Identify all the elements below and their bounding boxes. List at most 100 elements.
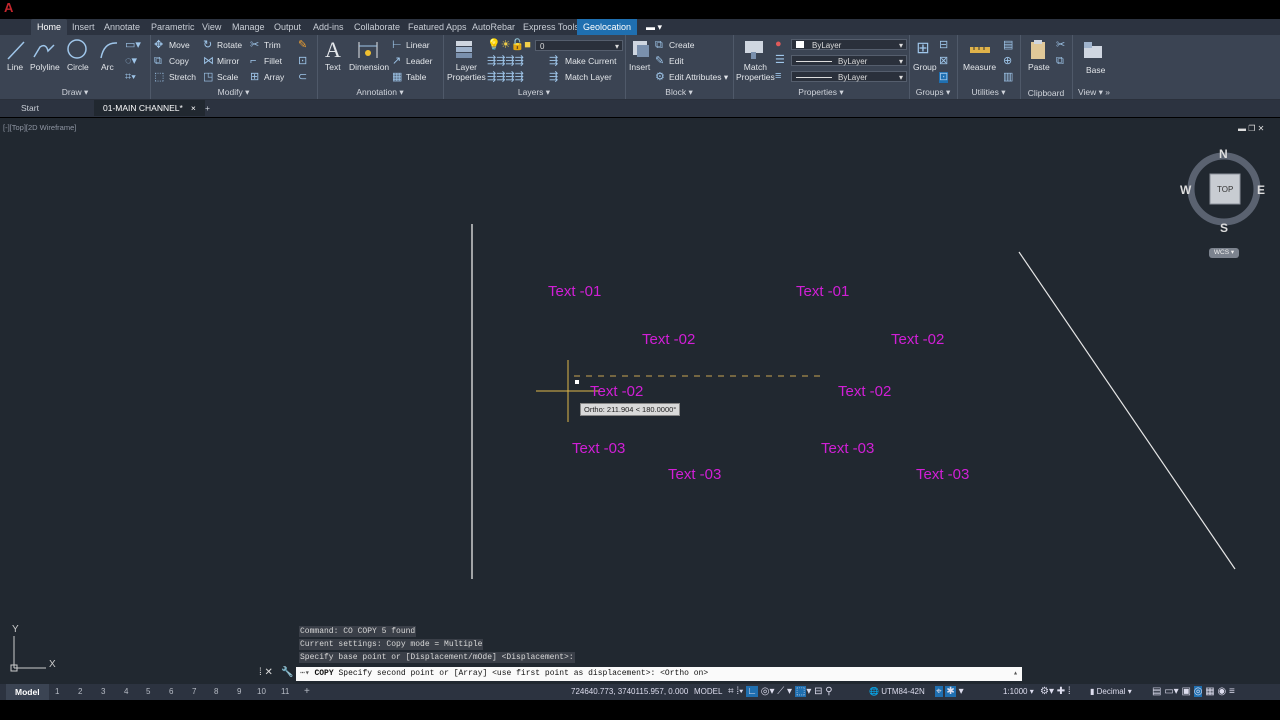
match-properties-button[interactable]: Match Properties bbox=[736, 62, 775, 82]
move-button[interactable]: Move bbox=[169, 40, 190, 50]
array-button[interactable]: Array bbox=[264, 72, 284, 82]
panel-clipboard-title[interactable]: Clipboard bbox=[1020, 88, 1072, 98]
group-edit-icon[interactable]: ⊠ bbox=[939, 56, 948, 67]
paste-button[interactable]: Paste bbox=[1028, 62, 1050, 72]
create-block-button[interactable]: Create bbox=[669, 40, 695, 50]
layout-tab[interactable]: 8 bbox=[214, 684, 218, 700]
measure-button[interactable]: Measure bbox=[963, 62, 996, 72]
compass-west[interactable]: W bbox=[1180, 183, 1191, 197]
panel-layers-title[interactable]: Layers ▾ bbox=[443, 87, 625, 98]
tab-autorebar[interactable]: AutoRebar bbox=[472, 19, 515, 35]
new-tab-icon[interactable]: + bbox=[205, 100, 210, 116]
group-button[interactable]: Group bbox=[913, 62, 937, 72]
layout-tab[interactable]: 2 bbox=[78, 684, 82, 700]
table-button[interactable]: Table bbox=[406, 72, 426, 82]
layout-tab[interactable]: 9 bbox=[237, 684, 241, 700]
layout-tab[interactable]: 3 bbox=[101, 684, 105, 700]
rectangle-icon[interactable]: ▭▾ bbox=[125, 40, 141, 51]
tab-insert[interactable]: Insert bbox=[72, 19, 95, 35]
file-tab-main-channel[interactable]: 01-MAIN CHANNEL* × bbox=[94, 100, 205, 116]
copy-clip-icon[interactable]: ⧉ bbox=[1056, 56, 1064, 67]
annotation-scale[interactable]: 1:1000 ▾ bbox=[1003, 684, 1034, 700]
linear-button[interactable]: Linear bbox=[406, 40, 430, 50]
diagonal-line[interactable] bbox=[1018, 251, 1236, 570]
leader-button[interactable]: Leader bbox=[406, 56, 432, 66]
mtext-item[interactable]: Text -03 bbox=[572, 440, 625, 457]
layout-tab[interactable]: 11 bbox=[281, 684, 289, 700]
ucs-menu-button[interactable]: WCS ▾ bbox=[1209, 248, 1239, 258]
tab-featured-apps[interactable]: Featured Apps bbox=[408, 19, 467, 35]
mtext-item[interactable]: Text -03 bbox=[916, 466, 969, 483]
mtext-item[interactable]: Text -03 bbox=[668, 466, 721, 483]
close-tab-icon[interactable]: × bbox=[191, 103, 196, 113]
panel-modify-title[interactable]: Modify ▾ bbox=[150, 87, 317, 98]
fillet-button[interactable]: Fillet bbox=[264, 56, 282, 66]
command-line[interactable]: ⋯▾ COPY Specify second point or [Array] … bbox=[296, 667, 1022, 681]
explode-icon[interactable]: ⊡ bbox=[298, 56, 307, 67]
mtext-item[interactable]: Text -01 bbox=[796, 283, 849, 300]
layout-tab[interactable]: 1 bbox=[55, 684, 59, 700]
command-close-icon[interactable]: ⁞ ✕ bbox=[259, 667, 273, 678]
panel-view-title[interactable]: View ▾ » bbox=[1072, 87, 1116, 98]
viewcube-face-top[interactable]: TOP bbox=[1217, 185, 1233, 194]
workspace-icons[interactable]: ⚙▾ ✚ ⁞ bbox=[1040, 684, 1071, 700]
insert-button[interactable]: Insert bbox=[629, 62, 650, 72]
tab-view[interactable]: View bbox=[202, 19, 221, 35]
scale-button[interactable]: Scale bbox=[217, 72, 238, 82]
panel-utilities-title[interactable]: Utilities ▾ bbox=[957, 87, 1020, 98]
edit-attributes-button[interactable]: Edit Attributes ▾ bbox=[669, 72, 728, 83]
status-right-icons[interactable]: ▤ ▭▾ ▣ ◎ ▦ ◉ ≡ bbox=[1152, 684, 1235, 700]
panel-block-title[interactable]: Block ▾ bbox=[625, 87, 733, 98]
lineweight-dropdown[interactable]: ByLayer ▾ bbox=[791, 55, 907, 66]
layer-properties-button[interactable]: Layer Properties bbox=[447, 62, 486, 82]
base-button[interactable]: Base bbox=[1086, 65, 1105, 75]
group-select-icon[interactable]: ⊡ bbox=[939, 72, 949, 83]
units-dropdown[interactable]: ▮ Decimal ▾ bbox=[1090, 684, 1132, 700]
quick-calc-icon[interactable]: ▤ bbox=[1003, 40, 1013, 51]
layer-state-icons[interactable]: 💡☀🔓■ bbox=[487, 40, 531, 51]
cut-icon[interactable]: ✂ bbox=[1056, 40, 1065, 51]
rotate-button[interactable]: Rotate bbox=[217, 40, 242, 50]
layout-tab[interactable]: 4 bbox=[124, 684, 128, 700]
autocad-logo[interactable]: A bbox=[4, 1, 20, 14]
trim-button[interactable]: Trim bbox=[264, 40, 281, 50]
ribbon-toggle-icon[interactable]: ▬ ▾ bbox=[646, 19, 662, 35]
tab-annotate[interactable]: Annotate bbox=[104, 19, 140, 35]
mtext-item[interactable]: Text -02 bbox=[590, 383, 643, 400]
coordinates-readout[interactable]: 724640.773, 3740115.957, 0.000 bbox=[571, 684, 688, 700]
tab-collaborate[interactable]: Collaborate bbox=[354, 19, 400, 35]
make-current-button[interactable]: Make Current bbox=[565, 56, 617, 66]
offset-icon[interactable]: ⊂ bbox=[298, 72, 307, 83]
layout-tab[interactable]: 6 bbox=[169, 684, 173, 700]
add-layout-icon[interactable]: + bbox=[304, 684, 310, 700]
panel-groups-title[interactable]: Groups ▾ bbox=[909, 87, 957, 98]
panel-draw-title[interactable]: Draw ▾ bbox=[0, 87, 150, 98]
file-tab-start[interactable]: Start bbox=[21, 100, 39, 116]
hatch-icon[interactable]: ◌▾ bbox=[125, 56, 137, 67]
dimension-button[interactable]: Dimension bbox=[349, 62, 389, 72]
mtext-item[interactable]: Text -02 bbox=[891, 331, 944, 348]
mtext-item[interactable]: Text -02 bbox=[838, 383, 891, 400]
arc-button[interactable]: Arc bbox=[101, 62, 114, 72]
compass-east[interactable]: E bbox=[1257, 183, 1265, 197]
tab-manage[interactable]: Manage bbox=[232, 19, 265, 35]
tab-output[interactable]: Output bbox=[274, 19, 301, 35]
tab-express-tools[interactable]: Express Tools bbox=[523, 19, 579, 35]
calculator-icon[interactable]: ▥ bbox=[1003, 72, 1013, 83]
mtext-item[interactable]: Text -02 bbox=[642, 331, 695, 348]
layout-tab[interactable]: 10 bbox=[257, 684, 266, 700]
erase-icon[interactable]: ✎ bbox=[298, 40, 307, 51]
tab-parametric[interactable]: Parametric bbox=[151, 19, 195, 35]
mtext-item[interactable]: Text -03 bbox=[821, 440, 874, 457]
linetype-dropdown[interactable]: ByLayer ▾ bbox=[791, 71, 907, 82]
panel-annotation-title[interactable]: Annotation ▾ bbox=[317, 87, 443, 98]
copy-button[interactable]: Copy bbox=[169, 56, 189, 66]
compass-north[interactable]: N bbox=[1219, 147, 1228, 161]
tab-geolocation[interactable]: Geolocation bbox=[577, 19, 638, 35]
layout-tab-model[interactable]: Model bbox=[6, 684, 49, 700]
color-dropdown[interactable]: ByLayer ▾ bbox=[791, 39, 907, 50]
model-space-button[interactable]: MODEL bbox=[694, 684, 722, 700]
command-history-toggle-icon[interactable]: ▴ bbox=[1013, 667, 1018, 681]
annotation-icons[interactable]: ⌖ ✱ ▾ bbox=[935, 684, 964, 700]
command-customize-icon[interactable]: 🔧 bbox=[281, 667, 293, 678]
